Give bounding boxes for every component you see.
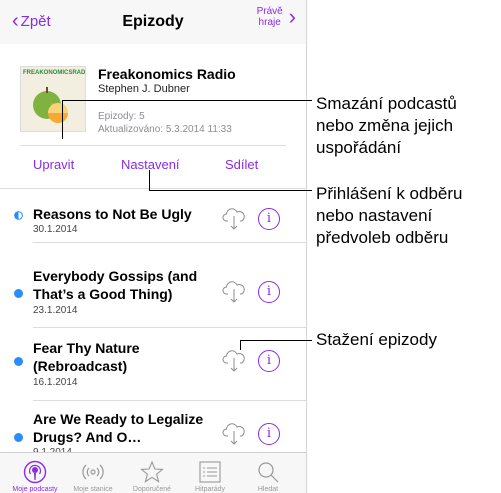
info-button[interactable]: i (258, 281, 280, 303)
episode-row[interactable]: Reasons to Not Be Ugly 30.1.2014 i (0, 188, 306, 242)
episode-count: Epizody: 5 (98, 111, 145, 122)
tab-label: Hledat (257, 486, 279, 493)
info-button[interactable]: i (258, 208, 280, 230)
updated-date: Aktualizováno: 5.3.2014 11:33 (98, 124, 232, 135)
callout-leader (149, 170, 150, 190)
divider (20, 145, 286, 146)
tab-label: Hitparády (195, 486, 225, 493)
podcast-artwork: FREAKONOMICSRADIO (20, 66, 86, 132)
info-button[interactable]: i (258, 350, 280, 372)
episode-date: 23.1.2014 (33, 305, 78, 316)
episode-date: 16.1.2014 (33, 377, 78, 388)
callout-download: Stažení epizody (316, 330, 437, 349)
settings-button[interactable]: Nastavení (121, 157, 180, 172)
episode-title: Everybody Gossips (and That’s a Good Thi… (33, 268, 198, 302)
episode-row[interactable]: Are We Ready to Legalize Drugs? And O… 9… (0, 400, 306, 458)
tab-bar: Moje podcasty Moje stanice Doporučené Hi… (0, 452, 306, 493)
episode-title: Reasons to Not Be Ugly (33, 206, 192, 222)
callout-leader (240, 340, 312, 341)
episode-title: Fear Thy Nature (Rebroadcast) (33, 340, 140, 374)
unplayed-icon (14, 433, 23, 442)
tab-search[interactable]: Hledat (238, 453, 298, 493)
podcast-title: Freakonomics Radio (98, 66, 236, 82)
tab-featured[interactable]: Doporučené (122, 453, 182, 493)
tab-my-stations[interactable]: Moje stanice (63, 453, 123, 493)
search-icon (258, 462, 279, 483)
cloud-download-icon[interactable] (222, 206, 246, 232)
list-icon (199, 461, 221, 483)
phone-screen: ‹ Zpět Epizody Právě hraje › FREAKONOMIC… (0, 0, 307, 493)
tab-label: Doporučené (132, 486, 172, 493)
callout-leader (240, 340, 241, 350)
navigation-bar: ‹ Zpět Epizody Právě hraje › (0, 0, 306, 45)
callout-reorder: Smazání podcastů nebo změna jejich uspoř… (316, 94, 457, 157)
unplayed-icon (14, 357, 23, 366)
info-button[interactable]: i (258, 423, 280, 445)
callout-subscription: Přihlášení k odběru nebo nastavení předv… (316, 184, 463, 247)
cloud-download-icon[interactable] (222, 421, 246, 447)
now-playing-button[interactable]: Právě hraje › (255, 4, 296, 29)
episode-title: Are We Ready to Legalize Drugs? And O… (33, 411, 204, 445)
tab-label: Moje podcasty (12, 486, 58, 493)
episode-row[interactable]: Fear Thy Nature (Rebroadcast) 16.1.2014 … (0, 327, 306, 395)
tab-my-podcasts[interactable]: Moje podcasty (5, 453, 65, 493)
unplayed-icon (14, 289, 23, 298)
half-played-icon (14, 211, 23, 220)
cloud-download-icon[interactable] (222, 279, 246, 305)
episode-date: 30.1.2014 (33, 224, 78, 235)
chevron-right-icon: › (288, 4, 296, 29)
now-playing-label: Právě hraje (256, 6, 283, 28)
podcast-icon (23, 460, 47, 484)
podcast-author: Stephen J. Dubner (98, 83, 190, 95)
episode-row[interactable]: Everybody Gossips (and That’s a Good Thi… (0, 242, 306, 327)
podcast-header: FREAKONOMICSRADIO Freakonomics Radio Ste… (0, 44, 306, 188)
callout-leader (62, 100, 63, 139)
broadcast-icon (82, 464, 104, 480)
callout-leader (149, 190, 312, 191)
edit-button[interactable]: Upravit (33, 157, 74, 172)
cloud-download-icon[interactable] (222, 348, 246, 374)
tab-label: Moje stanice (73, 486, 113, 493)
share-button[interactable]: Sdílet (225, 157, 258, 172)
star-icon (140, 460, 164, 483)
callout-leader (62, 100, 312, 101)
tab-top-charts[interactable]: Hitparády (180, 453, 240, 493)
